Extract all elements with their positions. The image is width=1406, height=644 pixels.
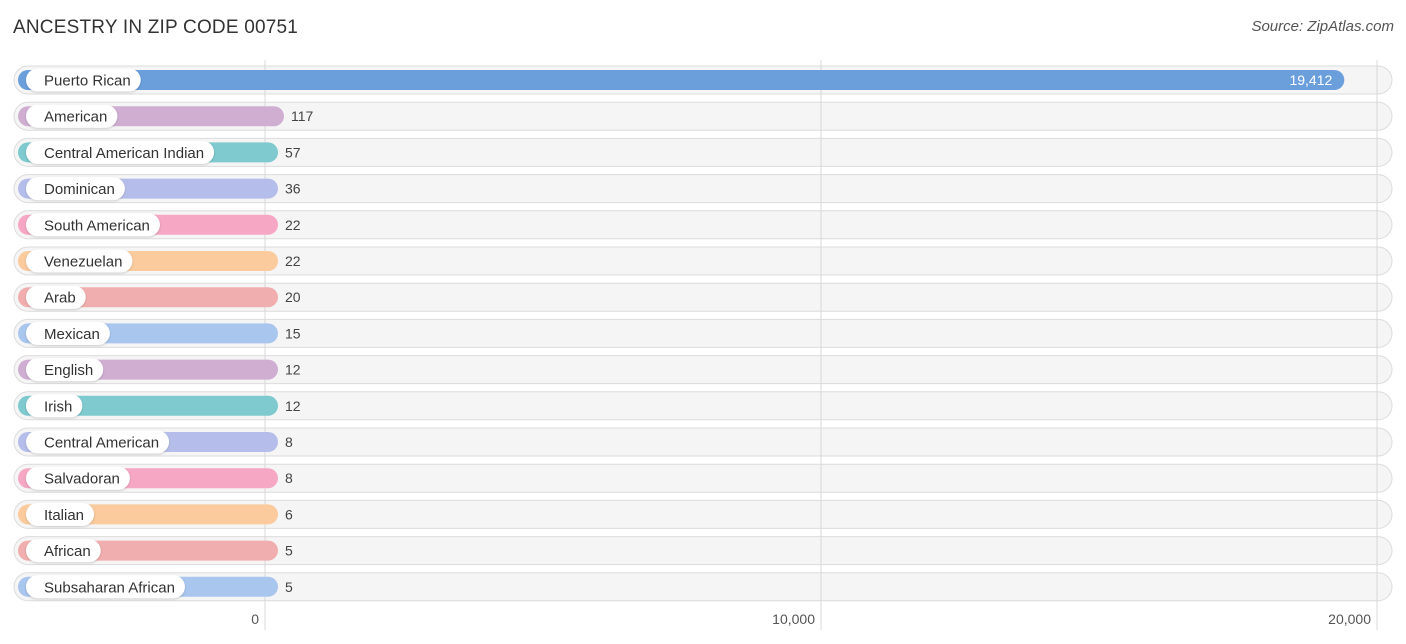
bar-group: South American 22 xyxy=(18,213,301,237)
category-label: Central American Indian xyxy=(44,145,204,162)
bar-group: Subsaharan African 5 xyxy=(18,575,293,599)
value-label: 36 xyxy=(285,181,301,197)
x-tick-label: 20,000 xyxy=(1328,611,1371,627)
bar-chart: Puerto Rican 19,412 American 117 Central Ame… xyxy=(13,60,1393,630)
bar-group: Irish 12 xyxy=(18,394,301,418)
value-label: 5 xyxy=(285,579,293,595)
bar xyxy=(18,70,1345,90)
x-tick-label: 10,000 xyxy=(772,611,815,627)
value-label: 12 xyxy=(285,362,301,378)
category-label: American xyxy=(44,109,107,126)
value-label: 22 xyxy=(285,253,301,269)
value-label: 117 xyxy=(291,108,314,124)
category-label: Venezuelan xyxy=(44,254,122,271)
category-label: Mexican xyxy=(44,326,100,343)
value-label: 12 xyxy=(285,398,301,414)
bar-group: Salvadoran 8 xyxy=(18,466,293,490)
bar-group: Venezuelan 22 xyxy=(18,249,301,273)
category-label: Central American xyxy=(44,435,159,452)
category-label: Irish xyxy=(44,398,72,415)
value-label: 5 xyxy=(285,543,293,559)
value-label: 8 xyxy=(285,470,293,486)
category-label: Dominican xyxy=(44,181,115,198)
value-label: 20 xyxy=(285,289,301,305)
bar-group: Dominican 36 xyxy=(18,177,301,201)
category-label: English xyxy=(44,362,93,379)
bar-group: Mexican 15 xyxy=(18,321,301,345)
category-label: Italian xyxy=(44,507,84,524)
value-label: 15 xyxy=(285,325,301,341)
category-label: Salvadoran xyxy=(44,471,120,488)
category-label: Subsaharan African xyxy=(44,579,175,596)
bar-group: Arab 20 xyxy=(18,285,301,309)
value-label: 57 xyxy=(285,144,301,160)
bar-group: Puerto Rican 19,412 xyxy=(18,68,1345,92)
x-tick-label: 0 xyxy=(251,611,259,627)
category-label: Arab xyxy=(44,290,76,307)
bar-group: American 117 xyxy=(18,104,314,128)
bar-group: Central American 8 xyxy=(18,430,293,454)
value-label: 22 xyxy=(285,217,301,233)
bar-group: English 12 xyxy=(18,358,301,382)
bar-group: African 5 xyxy=(18,539,293,563)
value-label: 8 xyxy=(285,434,293,450)
category-label: African xyxy=(44,543,91,560)
bar-group: Italian 6 xyxy=(18,502,293,526)
bar-group: Central American Indian 57 xyxy=(18,140,301,164)
category-label: South American xyxy=(44,217,150,234)
category-label: Puerto Rican xyxy=(44,73,131,90)
value-label: 6 xyxy=(285,506,293,522)
value-label: 19,412 xyxy=(1289,72,1332,88)
